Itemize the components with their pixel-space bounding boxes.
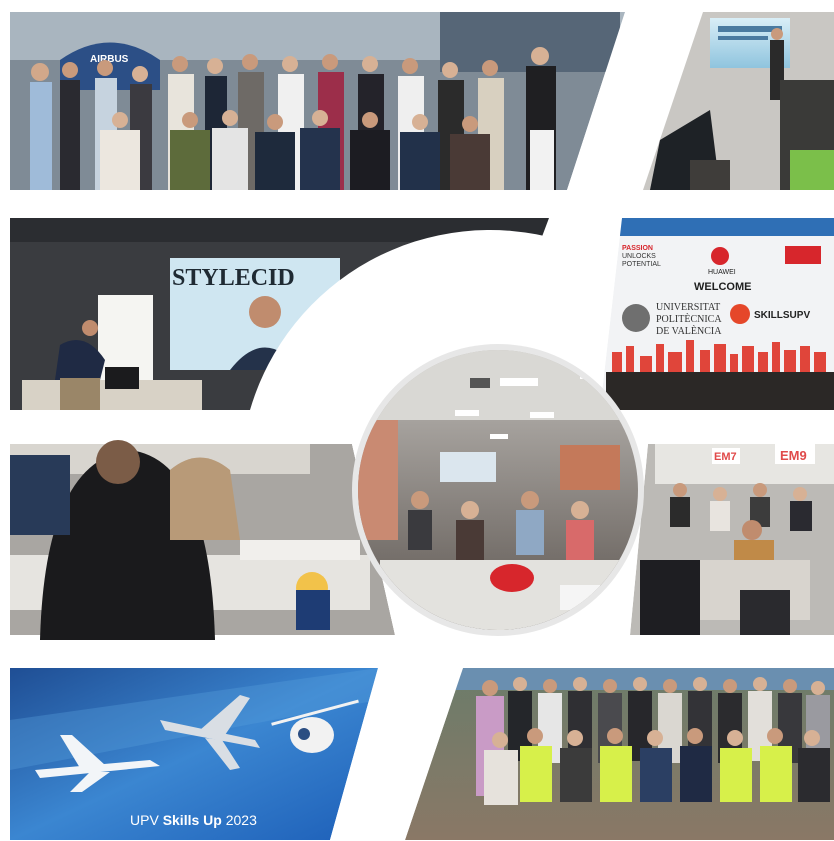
banner-caption: UPV Skills Up 2023 — [130, 812, 257, 828]
classroom-left — [10, 440, 395, 640]
huawei-label: HUAWEI — [708, 269, 736, 276]
passion-line2: UNLOCKS — [622, 253, 656, 260]
upv-line2: POLITÈCNICA — [656, 313, 722, 325]
passion-line1: PASSION — [622, 245, 653, 252]
photo-collage: AIRBUS STYLECID PASSION UNLOCKS POTENTIA… — [10, 12, 834, 840]
center-circle-room — [358, 350, 638, 630]
stylecid-text: STYLECID — [172, 265, 295, 291]
welcome-text: WELCOME — [694, 281, 751, 293]
upv-seal-icon — [622, 304, 650, 332]
huawei-welcome-banner: PASSION UNLOCKS POTENTIAL HUAWEI WELCOME… — [600, 218, 834, 410]
upv-line3: DE VALÈNCIA — [656, 325, 722, 337]
skillsupv-logo-icon — [730, 304, 750, 324]
skillsupv-label: SKILLSUPV — [754, 310, 810, 321]
em7-sign: EM7 — [714, 451, 737, 463]
em9-sign: EM9 — [780, 448, 807, 463]
aircraft-banner: UPV Skills Up 2023 — [10, 668, 378, 840]
group-photo-bottom — [405, 668, 834, 840]
huawei-logo-icon — [711, 247, 729, 265]
presentation-room-top-right — [643, 12, 834, 190]
group-photo-top: AIRBUS — [10, 12, 625, 190]
